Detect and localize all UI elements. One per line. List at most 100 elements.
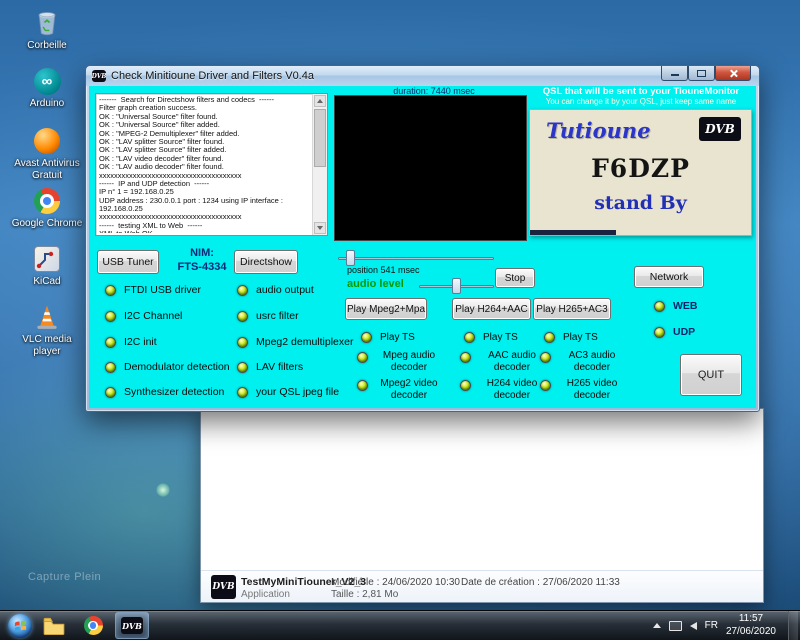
led-row-qsl-jpeg-file: your QSL jpeg file: [237, 386, 339, 398]
taskbar-explorer-button[interactable]: [37, 612, 71, 639]
desktop-icon-vlc[interactable]: VLC media player: [8, 302, 86, 357]
scrollbar-thumb[interactable]: [314, 109, 326, 167]
screenshot-watermark: Capture Plein: [28, 571, 101, 583]
desktop-icon-label: Google Chrome: [8, 218, 86, 230]
file-created: Date de création : 27/06/2020 11:33: [461, 577, 620, 588]
close-button[interactable]: [715, 66, 751, 81]
led-label: usrc filter: [256, 310, 299, 322]
position-slider[interactable]: [338, 250, 494, 266]
led-row-i2c-channel: I2C Channel: [105, 310, 182, 322]
qsl-card: Tutioune DVB F6DZP stand By: [529, 109, 752, 236]
directshow-button[interactable]: Directshow: [234, 250, 298, 274]
led-label: LAV filters: [256, 361, 303, 373]
led-row-play-ts-h265: Play TS: [544, 332, 598, 343]
status-led: [105, 311, 116, 322]
quit-button[interactable]: QUIT: [680, 354, 742, 396]
volume-tray-icon[interactable]: [690, 622, 697, 630]
audio-slider-thumb[interactable]: [452, 278, 461, 294]
recycle-bin-icon: [32, 8, 62, 38]
network-button[interactable]: Network: [634, 266, 704, 288]
usb-tuner-button[interactable]: USB Tuner: [97, 250, 159, 274]
windows-flag-icon: [14, 619, 27, 632]
avast-icon: [32, 126, 62, 156]
status-led: [237, 337, 248, 348]
app-client-area: ------- Search for Directshow filters an…: [89, 86, 756, 408]
file-modified: Modifié le : 24/06/2020 10:30: [331, 577, 460, 588]
qsl-header: QSL that will be sent to your TiouneMoni…: [527, 86, 755, 97]
led-label: audio output: [256, 284, 314, 296]
start-button[interactable]: [8, 614, 32, 638]
position-slider-groove[interactable]: [338, 257, 494, 260]
hidden-icons-button[interactable]: [653, 623, 661, 628]
decoder-h265-video: H265 video decoder: [540, 378, 627, 401]
maximize-button[interactable]: [688, 66, 715, 81]
desktop-icon-kicad[interactable]: KiCad: [8, 244, 86, 288]
desktop-icon-label: VLC media player: [8, 334, 86, 357]
show-desktop-button[interactable]: [788, 611, 798, 640]
desktop: Corbeille ∞ Arduino Avast Antivirus Grat…: [0, 0, 800, 640]
maximize-icon: [697, 70, 706, 77]
status-led: [105, 337, 116, 348]
dvb-logo: DVB: [699, 117, 741, 141]
decoder-h264-video: H264 video decoder: [460, 378, 547, 401]
taskbar-minitioune-button[interactable]: DVB: [115, 612, 149, 639]
taskbar-clock[interactable]: 11:57 27/06/2020: [726, 613, 776, 638]
title-bar[interactable]: DVB Check Minitioune Driver and Filters …: [86, 66, 759, 86]
log-box[interactable]: ------- Search for Directshow filters an…: [95, 93, 328, 236]
nim-line2: FTS-4334: [161, 261, 243, 275]
qsl-callsign: F6DZP: [530, 154, 751, 183]
clock-date: 27/06/2020: [726, 626, 776, 639]
desktop-icon-label: Arduino: [8, 98, 86, 110]
desktop-icon-recycle-bin[interactable]: Corbeille: [8, 8, 86, 52]
status-led: [540, 352, 551, 363]
clock-time: 11:57: [726, 613, 776, 626]
explorer-window: DVB TestMyMiniTiouner_V2_3 Modifié le : …: [200, 408, 764, 603]
decoder-mpeg-audio: Mpeg audio decoder: [357, 350, 444, 373]
decoder-aac-audio: AAC audio decoder: [460, 350, 547, 373]
app-icon: DVB: [92, 70, 106, 82]
led-label: WEB: [673, 300, 698, 312]
network-tray-icon[interactable]: [669, 621, 682, 631]
stop-button[interactable]: Stop: [495, 268, 535, 288]
qsl-bottom-strip: [530, 230, 616, 235]
led-label: Mpeg2 demultiplexer: [256, 336, 353, 348]
video-render-area: [334, 95, 527, 241]
desktop-icon-arduino[interactable]: ∞ Arduino: [8, 66, 86, 110]
audio-level-slider[interactable]: [419, 278, 494, 294]
nim-label: NIM: FTS-4334: [161, 247, 243, 275]
decoder-label: AC3 audio decoder: [557, 350, 627, 373]
folder-icon: [43, 617, 65, 635]
taskbar-chrome-button[interactable]: [76, 612, 110, 639]
status-led: [237, 311, 248, 322]
status-led: [460, 352, 471, 363]
led-label: Synthesizer detection: [124, 386, 224, 398]
qsl-subheader: You can change it by your QSL, just keep…: [527, 97, 755, 106]
desktop-icon-chrome[interactable]: Google Chrome: [8, 186, 86, 230]
log-scrollbar[interactable]: [312, 94, 327, 235]
led-label: Play TS: [380, 332, 415, 343]
led-row-mpeg2-demultiplexer: Mpeg2 demultiplexer: [237, 336, 353, 348]
play-h265-button[interactable]: Play H265+AC3: [533, 298, 611, 320]
dvb-file-icon: DVB: [211, 575, 236, 599]
decoder-mpeg2-video: Mpeg2 video decoder: [357, 378, 444, 401]
status-led: [357, 352, 368, 363]
status-led: [464, 332, 475, 343]
window-title: Check Minitioune Driver and Filters V0.4…: [111, 70, 314, 82]
desktop-icon-label: Avast Antivirus Gratuit: [8, 158, 86, 181]
status-led: [237, 285, 248, 296]
dvb-app-icon: DVB: [121, 617, 143, 634]
kicad-icon: [32, 244, 62, 274]
play-mpeg2-button[interactable]: Play Mpeg2+Mpa: [345, 298, 427, 320]
status-led: [357, 380, 368, 391]
decoder-label: H265 video decoder: [557, 378, 627, 401]
desktop-icon-avast[interactable]: Avast Antivirus Gratuit: [8, 126, 86, 181]
play-h264-button[interactable]: Play H264+AAC: [452, 298, 531, 320]
window-controls: [661, 66, 751, 81]
minimize-button[interactable]: [661, 66, 688, 81]
decoder-label: H264 video decoder: [477, 378, 547, 401]
tutioune-brand: Tutioune: [546, 118, 651, 143]
scroll-down-button[interactable]: [314, 222, 326, 234]
position-slider-thumb[interactable]: [346, 250, 355, 266]
language-indicator[interactable]: FR: [705, 620, 718, 631]
scroll-up-button[interactable]: [314, 95, 326, 107]
